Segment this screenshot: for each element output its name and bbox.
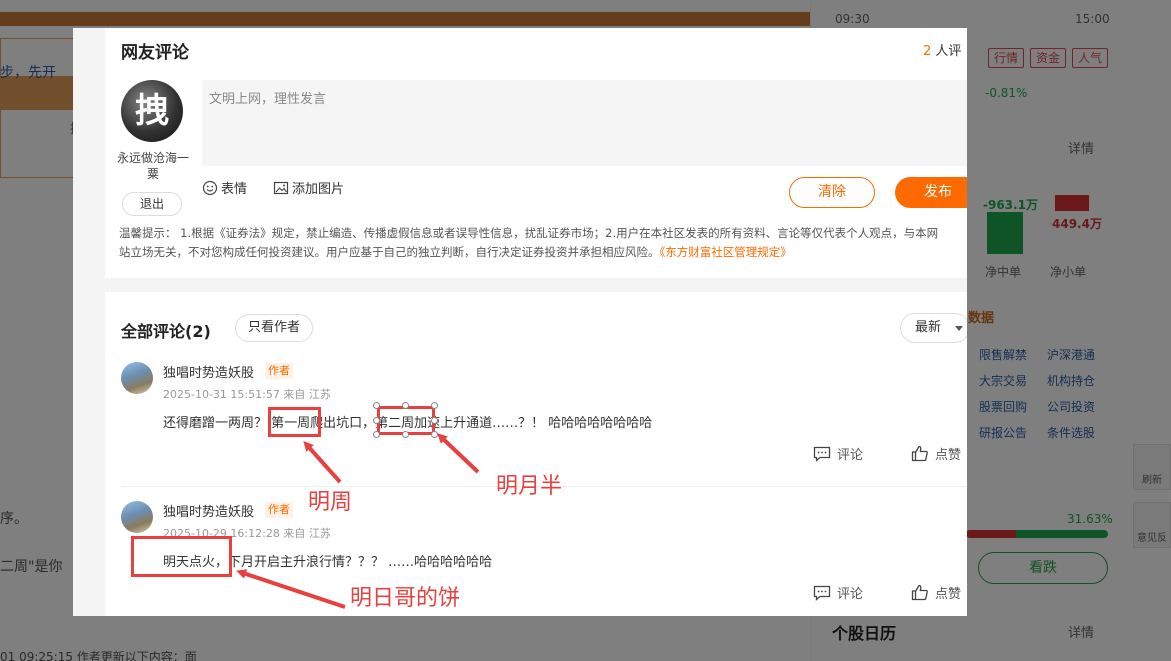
- comment-modal: 网友评论 2 人评 拽 永远做沧海一粟 退出 文明上网，理性发言 表情 添加图片…: [73, 28, 967, 616]
- author-badge: 作者: [265, 363, 293, 379]
- comment-input[interactable]: 文明上网，理性发言: [202, 80, 967, 166]
- like-label: 点赞: [935, 448, 962, 463]
- emoji-label: 表情: [221, 182, 248, 197]
- logout-button[interactable]: 退出: [122, 192, 182, 216]
- selection-handle[interactable]: [431, 431, 438, 438]
- reply-button[interactable]: 评论: [813, 444, 863, 463]
- reply-label: 评论: [837, 587, 864, 602]
- like-label: 点赞: [935, 587, 962, 602]
- image-icon: [273, 181, 289, 194]
- comment-count: 2 人评: [923, 40, 961, 59]
- sort-value: 最新: [915, 320, 942, 335]
- comments-card: 全部评论(2) 只看作者 最新 独唱时势造妖股 作者 2025-10-31 15…: [105, 292, 967, 616]
- add-image-label: 添加图片: [292, 182, 345, 197]
- selection-handle[interactable]: [373, 431, 380, 438]
- comment-meta: 2025-10-31 15:51:57 来自 江苏: [163, 388, 331, 401]
- clear-button[interactable]: 清除: [789, 177, 875, 208]
- reply-button[interactable]: 评论: [813, 583, 863, 602]
- selection-handle[interactable]: [373, 402, 380, 409]
- selection-handle[interactable]: [431, 402, 438, 409]
- tips-line-2-text: 站立场无关，不对您构成任何投资建议。用户应基于自己的独立判断，自行决定证券投资并…: [119, 245, 660, 259]
- commenter-name[interactable]: 独唱时势造妖股: [163, 362, 254, 381]
- warm-tips: 温馨提示： 1.根据《证券法》规定，禁止编造、传播虚假信息或者误导性信息，扰乱证…: [119, 224, 967, 262]
- selection-handle[interactable]: [402, 431, 409, 438]
- selection-handle[interactable]: [402, 402, 409, 409]
- compose-card: 网友评论 2 人评 拽 永远做沧海一粟 退出 文明上网，理性发言 表情 添加图片…: [105, 28, 967, 278]
- thumbs-up-icon: [911, 445, 928, 462]
- current-username: 永远做沧海一粟: [116, 151, 189, 181]
- commenter-avatar[interactable]: [121, 362, 153, 394]
- chevron-down-icon: [955, 326, 963, 331]
- modal-title: 网友评论: [121, 43, 189, 63]
- author-only-button[interactable]: 只看作者: [235, 314, 313, 342]
- tips-line-1: 温馨提示： 1.根据《证券法》规定，禁止编造、传播虚假信息或者误导性信息，扰乱证…: [119, 226, 939, 240]
- reply-label: 评论: [837, 448, 864, 463]
- thumbs-up-icon: [911, 584, 928, 601]
- sort-dropdown[interactable]: 最新: [900, 313, 967, 343]
- emoji-icon: [202, 180, 218, 195]
- annotation-label-half-month: 明月半: [496, 474, 563, 499]
- annotation-box-week-one: [268, 407, 321, 437]
- emoji-button[interactable]: 表情: [202, 178, 247, 197]
- all-comments-title: 全部评论(2): [121, 322, 211, 341]
- annotation-box-tomorrow: [131, 536, 232, 577]
- commenter-name[interactable]: 独唱时势造妖股: [163, 501, 254, 520]
- comment-icon: [813, 446, 831, 462]
- add-image-button[interactable]: 添加图片: [273, 178, 344, 197]
- community-rules-link[interactable]: 《东方财富社区管理规定》: [660, 245, 792, 259]
- user-avatar: 拽: [121, 80, 183, 142]
- comment-count-label: 人评: [935, 44, 962, 59]
- like-button[interactable]: 点赞: [911, 583, 961, 602]
- selection-handle[interactable]: [431, 417, 438, 424]
- annotation-label-week: 明周: [308, 490, 353, 515]
- like-button[interactable]: 点赞: [911, 444, 961, 463]
- annotation-label-cake: 明日哥的饼: [350, 586, 461, 611]
- selection-handle[interactable]: [373, 417, 380, 424]
- post-button[interactable]: 发布: [895, 177, 967, 208]
- tips-line-2: 站立场无关，不对您构成任何投资建议。用户应基于自己的独立判断，自行决定证券投资并…: [119, 243, 967, 262]
- author-badge: 作者: [265, 502, 293, 518]
- comment-count-number: 2: [923, 44, 932, 59]
- comment-icon: [813, 585, 831, 601]
- commenter-avatar[interactable]: [121, 501, 153, 533]
